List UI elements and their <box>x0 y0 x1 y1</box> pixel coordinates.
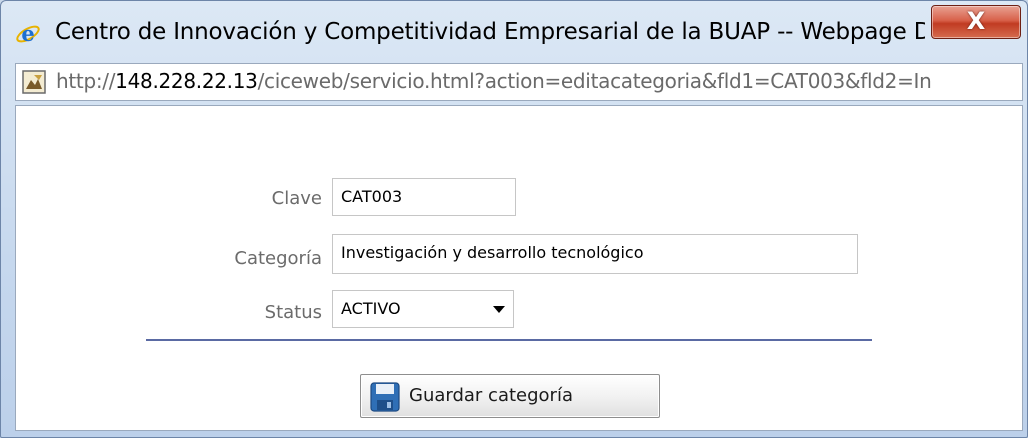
categoria-field[interactable]: Investigación y desarrollo tecnológico <box>332 234 858 274</box>
address-bar[interactable]: http://148.228.22.13/ciceweb/servicio.ht… <box>15 63 1023 101</box>
save-button-label: Guardar categoría <box>409 385 573 406</box>
page-icon <box>22 70 46 94</box>
form-content: Clave CAT003 Categoría Investigación y d… <box>15 105 1023 431</box>
categoria-label: Categoría <box>234 248 322 269</box>
chevron-down-icon <box>493 306 505 313</box>
svg-text:e: e <box>21 21 34 46</box>
url-prefix: http:// <box>56 69 116 93</box>
status-label: Status <box>264 302 322 323</box>
internet-explorer-icon: e <box>16 21 40 46</box>
url-host: 148.228.22.13 <box>115 69 258 93</box>
popup-window: e Centro de Innovación y Competitividad … <box>0 0 1028 438</box>
clave-label: Clave <box>271 188 322 209</box>
close-icon: X <box>966 7 986 35</box>
floppy-disk-icon <box>370 382 400 412</box>
clave-field[interactable]: CAT003 <box>332 178 516 216</box>
status-value: ACTIVO <box>341 299 401 318</box>
status-select[interactable]: ACTIVO <box>332 290 514 328</box>
title-bar[interactable]: e Centro de Innovación y Competitividad … <box>1 1 1028 63</box>
window-title: Centro de Innovación y Competitividad Em… <box>55 19 925 45</box>
save-category-button[interactable]: Guardar categoría <box>360 374 660 418</box>
form-divider <box>146 339 872 341</box>
close-button[interactable]: X <box>931 5 1021 39</box>
url-path: /ciceweb/servicio.html?action=editacateg… <box>257 69 932 93</box>
url-text[interactable]: http://148.228.22.13/ciceweb/servicio.ht… <box>56 69 1016 93</box>
